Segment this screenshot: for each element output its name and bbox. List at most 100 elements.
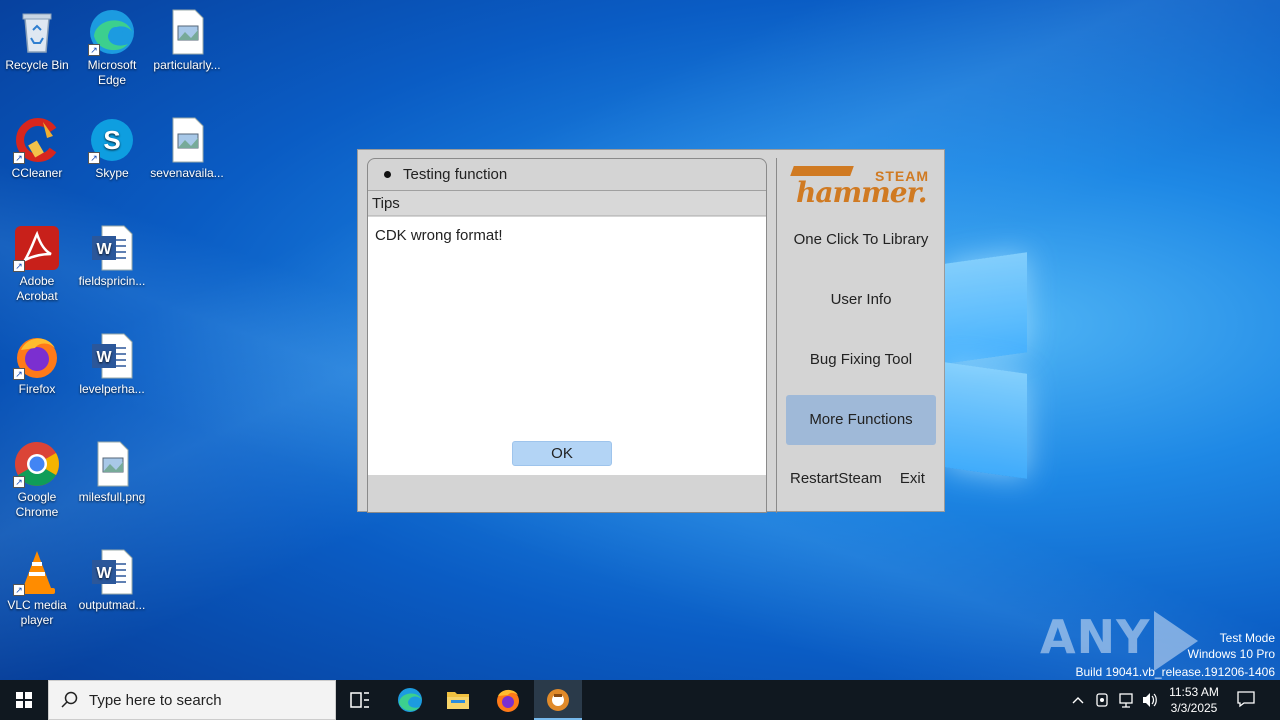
- svg-text:W: W: [96, 565, 112, 582]
- skype-icon: S ↗: [88, 116, 136, 164]
- ok-button[interactable]: OK: [512, 441, 612, 466]
- shortcut-arrow-icon: ↗: [13, 584, 25, 596]
- desktop-icon-word-doc[interactable]: W outputmad...: [75, 548, 149, 613]
- edge-icon: ↗: [88, 8, 136, 56]
- desktop-icon-file[interactable]: particularly...: [150, 8, 224, 73]
- exit-button[interactable]: Exit: [900, 470, 925, 487]
- action-center-button[interactable]: [1236, 690, 1256, 708]
- shortcut-arrow-icon: ↗: [88, 44, 100, 56]
- word-document-icon: W: [88, 548, 136, 596]
- shortcut-arrow-icon: ↗: [13, 152, 25, 164]
- panel-title: Testing function: [403, 166, 508, 183]
- bullet-icon: [384, 171, 391, 178]
- security-icon: [1096, 693, 1108, 707]
- icon-label: Firefox: [18, 382, 56, 396]
- windows-logo-wallpaper: [945, 240, 1030, 480]
- tray-app-icon[interactable]: [1092, 680, 1112, 720]
- recycle-bin-icon: [13, 8, 61, 56]
- taskbar: Type here to search 11:53 AM 3/3/2025: [0, 680, 1280, 720]
- volume-icon: [1143, 693, 1157, 707]
- steam-hammer-logo: STEAM hammer.: [790, 162, 935, 210]
- desktop-icon-file[interactable]: milesfull.png: [75, 440, 149, 505]
- tips-title: Tips: [368, 191, 766, 216]
- icon-label: Skype: [95, 166, 129, 180]
- user-info-button[interactable]: User Info: [786, 275, 936, 325]
- icon-label: Google Chrome: [15, 490, 59, 519]
- folder-icon: [447, 692, 469, 709]
- panel-header[interactable]: Testing function: [368, 159, 766, 191]
- icon-label: outputmad...: [78, 598, 146, 612]
- icon-label: CCleaner: [11, 166, 63, 180]
- icon-label: levelperha...: [79, 382, 145, 396]
- task-view-button[interactable]: [336, 680, 384, 720]
- desktop-icon-acrobat[interactable]: ↗ Adobe Acrobat: [0, 224, 74, 304]
- desktop-icon-firefox[interactable]: ↗ Firefox: [0, 332, 74, 397]
- desktop-icon-chrome[interactable]: ↗ Google Chrome: [0, 440, 74, 520]
- word-document-icon: W: [88, 224, 136, 272]
- more-functions-button[interactable]: More Functions: [786, 395, 936, 445]
- firefox-icon: [497, 689, 519, 712]
- edge-icon: [398, 688, 422, 712]
- svg-text:W: W: [96, 241, 112, 258]
- desktop-icon-ccleaner[interactable]: ↗ CCleaner: [0, 116, 74, 181]
- windows-edition-text: Windows 10 Pro: [1187, 647, 1275, 661]
- desktop-icon-file[interactable]: sevenavaila...: [150, 116, 224, 181]
- icon-label: VLC media player: [7, 598, 67, 627]
- taskbar-search-box[interactable]: Type here to search: [48, 680, 336, 720]
- icon-label: particularly...: [153, 58, 221, 72]
- volume-icon-button[interactable]: [1140, 680, 1160, 720]
- hammer-icon: [790, 166, 854, 176]
- taskbar-edge[interactable]: [386, 680, 434, 720]
- notification-icon: [1237, 691, 1255, 708]
- taskbar-firefox[interactable]: [484, 680, 532, 720]
- chevron-up-icon: [1072, 697, 1084, 704]
- desktop-icon-word-doc[interactable]: W fieldspricin...: [75, 224, 149, 289]
- logo-hammer-text: hammer.: [796, 176, 927, 209]
- desktop-icon-vlc[interactable]: ↗ VLC media player: [0, 548, 74, 628]
- chrome-icon: ↗: [13, 440, 61, 488]
- search-placeholder: Type here to search: [89, 692, 222, 709]
- icon-label: Recycle Bin: [5, 58, 69, 72]
- icon-label: milesfull.png: [78, 490, 146, 504]
- steam-hammer-window: Testing function Tips CDK wrong format! …: [357, 149, 945, 513]
- desktop-icon-recycle-bin[interactable]: Recycle Bin: [0, 8, 74, 73]
- search-icon: [61, 691, 78, 708]
- shortcut-arrow-icon: ↗: [13, 368, 25, 380]
- tips-content: CDK wrong format! OK: [368, 217, 766, 475]
- bottom-actions: RestartSteam Exit: [790, 470, 939, 487]
- steam-hammer-icon: [547, 689, 569, 711]
- windows-icon: [16, 692, 32, 708]
- vlc-cone-icon: ↗: [13, 548, 61, 596]
- start-button[interactable]: [0, 680, 48, 720]
- desktop-icon-edge[interactable]: ↗ Microsoft Edge: [75, 8, 149, 88]
- image-file-icon: [88, 440, 136, 488]
- clock-date: 3/3/2025: [1170, 701, 1218, 715]
- firefox-icon: ↗: [13, 332, 61, 380]
- system-clock[interactable]: 11:53 AM 3/3/2025: [1162, 684, 1226, 716]
- taskbar-steam-hammer[interactable]: [534, 680, 582, 720]
- acrobat-icon: ↗: [13, 224, 61, 272]
- bug-fixing-tool-button[interactable]: Bug Fixing Tool: [786, 335, 936, 385]
- shortcut-arrow-icon: ↗: [13, 260, 25, 272]
- one-click-to-library-button[interactable]: One Click To Library: [786, 215, 936, 265]
- icon-label: Adobe Acrobat: [16, 274, 58, 303]
- show-hidden-icons[interactable]: [1068, 680, 1088, 720]
- testing-function-panel: Testing function Tips CDK wrong format! …: [367, 158, 767, 513]
- taskbar-file-explorer[interactable]: [434, 680, 482, 720]
- error-message: CDK wrong format!: [375, 227, 503, 244]
- icon-label: fieldspricin...: [78, 274, 146, 288]
- shortcut-arrow-icon: ↗: [13, 476, 25, 488]
- svg-text:W: W: [96, 349, 112, 366]
- vertical-divider: [776, 158, 777, 513]
- word-document-icon: W: [88, 332, 136, 380]
- shortcut-arrow-icon: ↗: [88, 152, 100, 164]
- image-file-icon: [163, 8, 211, 56]
- network-icon-button[interactable]: [1116, 680, 1136, 720]
- test-mode-text: Test Mode: [1219, 631, 1275, 645]
- build-text: Build 19041.vb_release.191206-1406: [1075, 665, 1276, 679]
- desktop-icon-skype[interactable]: S ↗ Skype: [75, 116, 149, 181]
- icon-label: Microsoft Edge: [87, 58, 137, 87]
- ccleaner-icon: ↗: [13, 116, 61, 164]
- desktop-icon-word-doc[interactable]: W levelperha...: [75, 332, 149, 397]
- restart-steam-button[interactable]: RestartSteam: [790, 470, 882, 487]
